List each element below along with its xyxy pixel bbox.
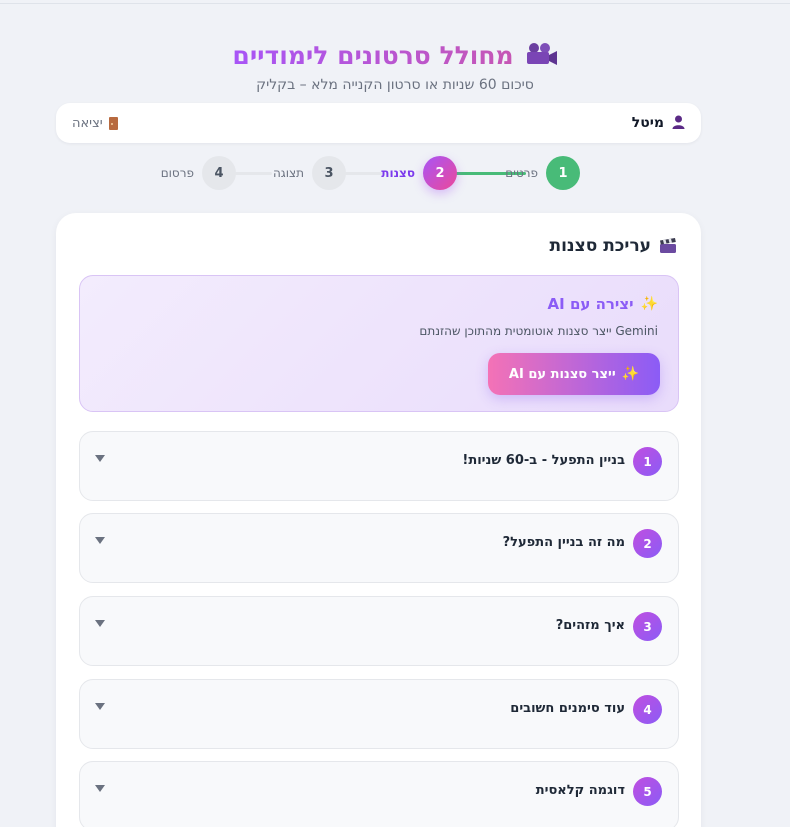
step-connector-3 <box>234 172 272 175</box>
sparkles-icon: ✨ <box>621 366 640 382</box>
section-title: עריכת סצנות <box>549 236 677 256</box>
ai-title-text: יצירה עם AI <box>547 295 634 313</box>
progress-stepper: 1 פרטים 2 סצנות 3 תצוגה 4 פרסום <box>161 156 580 190</box>
section-title-text: עריכת סצנות <box>549 236 651 256</box>
user-info: מיטל <box>632 114 685 133</box>
page-subtitle: סיכום 60 שניות או סרטון הקנייה מלא – בקל… <box>256 77 534 93</box>
scene-item[interactable]: 5 דוגמה קלאסית <box>79 761 679 827</box>
door-icon <box>108 116 118 130</box>
user-name: מיטל <box>631 115 664 131</box>
scene-number-badge: 3 <box>633 612 662 641</box>
scene-title: מה זה בניין התפעל? <box>502 535 625 550</box>
generate-scenes-button[interactable]: ✨ ייצר סצנות עם AI <box>488 353 660 395</box>
step-label: פרסום <box>160 166 194 180</box>
generate-button-label: ייצר סצנות עם AI <box>508 366 616 382</box>
chevron-down-icon[interactable] <box>95 455 105 462</box>
step-label: תצוגה <box>272 166 304 180</box>
logout-label: יציאה <box>72 115 103 131</box>
scene-item[interactable]: 3 איך מזהים? <box>79 596 679 666</box>
step-label: פרטים <box>505 166 538 180</box>
step-number: 3 <box>312 156 346 190</box>
logout-button[interactable]: יציאה <box>72 116 118 131</box>
chevron-down-icon[interactable] <box>95 785 105 792</box>
step-preview[interactable]: 3 תצוגה <box>273 156 346 190</box>
scene-item[interactable]: 2 מה זה בניין התפעל? <box>79 513 679 583</box>
scene-title: עוד סימנים חשובים <box>510 701 625 716</box>
step-label: סצנות <box>381 166 415 180</box>
scene-item[interactable]: 4 עוד סימנים חשובים <box>79 679 679 749</box>
step-publish[interactable]: 4 פרסום <box>161 156 236 190</box>
movie-camera-icon <box>524 42 558 68</box>
scene-editor-card: עריכת סצנות ✨ יצירה עם AI Gemini ייצר סצ… <box>56 213 701 827</box>
scene-title: איך מזהים? <box>555 618 625 633</box>
ai-description: Gemini ייצר סצנות אוטומטית מהתוכן שהזנתם <box>419 324 658 338</box>
scene-item[interactable]: 1 בניין התפעל - ב-60 שניות! <box>79 431 679 501</box>
ai-panel-title: ✨ יצירה עם AI <box>548 295 658 313</box>
scene-number-badge: 1 <box>633 447 662 476</box>
page-title: מחולל סרטונים לימודיים <box>232 40 514 70</box>
step-number: 2 <box>423 156 457 190</box>
step-number: 1 <box>546 156 580 190</box>
ai-generation-panel: ✨ יצירה עם AI Gemini ייצר סצנות אוטומטית… <box>79 275 679 412</box>
user-bar: מיטל יציאה <box>56 103 701 143</box>
step-scenes[interactable]: 2 סצנות <box>381 156 457 190</box>
chevron-down-icon[interactable] <box>95 537 105 544</box>
person-icon <box>672 114 685 133</box>
step-number: 4 <box>202 156 236 190</box>
scene-number-badge: 5 <box>633 777 662 806</box>
scene-title: בניין התפעל - ב-60 שניות! <box>462 453 625 468</box>
scene-title: דוגמה קלאסית <box>535 783 625 798</box>
scene-number-badge: 2 <box>633 529 662 558</box>
step-details[interactable]: 1 פרטים <box>505 156 580 190</box>
scene-number-badge: 4 <box>633 695 662 724</box>
title-row: מחולל סרטונים לימודיים <box>0 38 790 72</box>
top-divider <box>0 3 790 4</box>
step-connector-2 <box>344 172 382 175</box>
chevron-down-icon[interactable] <box>95 703 105 710</box>
page-header: מחולל סרטונים לימודיים סיכום 60 שניות או… <box>0 38 790 93</box>
clapperboard-icon <box>659 238 677 254</box>
chevron-down-icon[interactable] <box>95 620 105 627</box>
sparkles-icon: ✨ <box>640 296 658 312</box>
